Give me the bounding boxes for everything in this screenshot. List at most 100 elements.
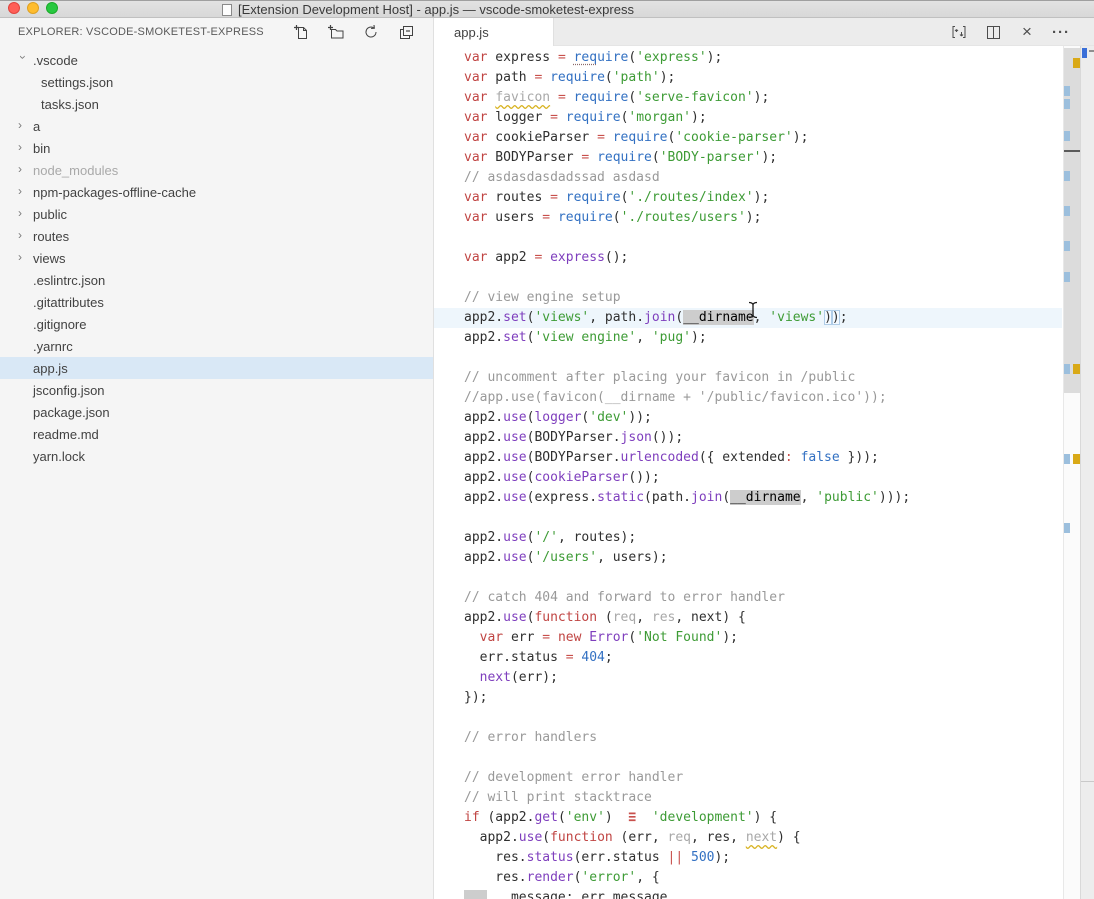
- tab-app-js[interactable]: app.js: [434, 18, 554, 46]
- code-line[interactable]: err.status = 404;: [464, 648, 910, 668]
- code-line[interactable]: app2.use(logger('dev'));: [464, 408, 910, 428]
- ruler-highlight-mark: [1064, 171, 1070, 181]
- zoom-window-button[interactable]: [46, 2, 58, 14]
- chevron-right-icon: ›: [18, 184, 28, 198]
- code-line[interactable]: var path = require('path');: [464, 68, 910, 88]
- tree-item-label: routes: [0, 229, 69, 244]
- code-line[interactable]: message: err.message: [464, 888, 910, 899]
- tree-item-app.js[interactable]: app.js: [0, 357, 433, 379]
- code-line[interactable]: [464, 348, 910, 368]
- tree-item-node_modules[interactable]: ›node_modules: [0, 159, 433, 181]
- tree-item-yarn.lock[interactable]: yarn.lock: [0, 445, 433, 467]
- tree-item-.gitignore[interactable]: .gitignore: [0, 313, 433, 335]
- refresh-icon[interactable]: [362, 23, 380, 41]
- minimap-divider: [1081, 781, 1094, 782]
- ruler-warning-mark: [1073, 454, 1080, 464]
- code-line[interactable]: app2.use(cookieParser());: [464, 468, 910, 488]
- code-line[interactable]: // view engine setup: [464, 288, 910, 308]
- code-line[interactable]: var express = require('express');: [464, 48, 910, 68]
- minimize-window-button[interactable]: [27, 2, 39, 14]
- code-line[interactable]: var users = require('./routes/users');: [464, 208, 910, 228]
- new-file-icon[interactable]: [292, 23, 310, 41]
- chevron-right-icon: ›: [18, 118, 28, 132]
- code-line[interactable]: [464, 568, 910, 588]
- code-line[interactable]: var err = new Error('Not Found');: [464, 628, 910, 648]
- code-line[interactable]: // asdasdasdadssad asdasd: [464, 168, 910, 188]
- ruler-highlight-mark: [1064, 364, 1070, 374]
- tree-item-.yarnrc[interactable]: .yarnrc: [0, 335, 433, 357]
- tree-item-settings.json[interactable]: settings.json: [0, 71, 433, 93]
- tree-item-views[interactable]: ›views: [0, 247, 433, 269]
- code-line[interactable]: [464, 268, 910, 288]
- ruler-highlight-mark: [1064, 454, 1070, 464]
- code-line[interactable]: var logger = require('morgan');: [464, 108, 910, 128]
- code-line[interactable]: var BODYParser = require('BODY-parser');: [464, 148, 910, 168]
- code-line[interactable]: // will print stacktrace: [464, 788, 910, 808]
- code-line[interactable]: var favicon = require('serve-favicon');: [464, 88, 910, 108]
- code-line[interactable]: app2.use('/users', users);: [464, 548, 910, 568]
- code-line[interactable]: [464, 748, 910, 768]
- tree-item-.vscode[interactable]: ›.vscode: [0, 49, 433, 71]
- code-line[interactable]: next(err);: [464, 668, 910, 688]
- code-line[interactable]: app2.use(function (err, req, res, next) …: [464, 828, 910, 848]
- collapse-all-icon[interactable]: [397, 23, 415, 41]
- code-line[interactable]: var cookieParser = require('cookie-parse…: [464, 128, 910, 148]
- vscode-window: [Extension Development Host] - app.js — …: [0, 0, 1094, 899]
- tree-item-.gitattributes[interactable]: .gitattributes: [0, 291, 433, 313]
- tree-item-label: yarn.lock: [0, 449, 85, 464]
- ruler-highlight-mark: [1064, 241, 1070, 251]
- tree-item-.eslintrc.json[interactable]: .eslintrc.json: [0, 269, 433, 291]
- tree-item-label: jsconfig.json: [0, 383, 105, 398]
- tree-item-routes[interactable]: ›routes: [0, 225, 433, 247]
- close-window-button[interactable]: [8, 2, 20, 14]
- tree-item-a[interactable]: ›a: [0, 115, 433, 137]
- code-editor[interactable]: var express = require('express');var pat…: [434, 46, 1094, 899]
- more-actions-icon[interactable]: ···: [1052, 23, 1070, 41]
- tree-item-label: views: [0, 251, 66, 266]
- code-line[interactable]: app2.set('view engine', 'pug');: [464, 328, 910, 348]
- close-icon[interactable]: ×: [1018, 23, 1036, 41]
- tree-item-bin[interactable]: ›bin: [0, 137, 433, 159]
- chevron-right-icon: ›: [18, 206, 28, 220]
- code-line[interactable]: // catch 404 and forward to error handle…: [464, 588, 910, 608]
- code-line[interactable]: res.render('error', {: [464, 868, 910, 888]
- ruler-warning-mark: [1073, 364, 1080, 374]
- editor-tab-bar: app.js × ···: [434, 18, 1094, 46]
- explorer-file-tree: ›.vscodesettings.jsontasks.json›a›bin›no…: [0, 46, 434, 899]
- code-line[interactable]: var app2 = express();: [464, 248, 910, 268]
- code-line[interactable]: if (app2.get('env') ≡ 'development') {: [464, 808, 910, 828]
- tree-item-label: npm-packages-offline-cache: [0, 185, 196, 200]
- tree-item-public[interactable]: ›public: [0, 203, 433, 225]
- overview-ruler-scrollbar[interactable]: [1063, 46, 1080, 899]
- code-line[interactable]: // development error handler: [464, 768, 910, 788]
- split-editor-icon[interactable]: [984, 23, 1002, 41]
- new-folder-icon[interactable]: [327, 23, 345, 41]
- code-line-current[interactable]: app2.set('views', path.join(__dirname, '…: [464, 308, 910, 328]
- code-line[interactable]: res.status(err.status || 500);: [464, 848, 910, 868]
- tree-item-readme.md[interactable]: readme.md: [0, 423, 433, 445]
- code-line[interactable]: app2.use(BODYParser.urlencoded({ extende…: [464, 448, 910, 468]
- code-line[interactable]: app2.use('/', routes);: [464, 528, 910, 548]
- tree-item-label: .gitignore: [0, 317, 86, 332]
- tree-item-tasks.json[interactable]: tasks.json: [0, 93, 433, 115]
- code-line[interactable]: });: [464, 688, 910, 708]
- code-line[interactable]: app2.use(express.static(path.join(__dirn…: [464, 488, 910, 508]
- code-line[interactable]: var routes = require('./routes/index');: [464, 188, 910, 208]
- tree-item-label: .gitattributes: [0, 295, 104, 310]
- code-line[interactable]: // error handlers: [464, 728, 910, 748]
- code-line[interactable]: [464, 708, 910, 728]
- mouse-cursor-ibeam: [747, 301, 759, 324]
- tree-item-npm-packages-offline-cache[interactable]: ›npm-packages-offline-cache: [0, 181, 433, 203]
- tree-item-jsconfig.json[interactable]: jsconfig.json: [0, 379, 433, 401]
- tree-item-package.json[interactable]: package.json: [0, 401, 433, 423]
- open-changes-icon[interactable]: [950, 23, 968, 41]
- code-line[interactable]: //app.use(favicon(__dirname + '/public/f…: [464, 388, 910, 408]
- document-icon: [222, 4, 232, 16]
- explorer-header: EXPLORER: VSCODE-SMOKETEST-EXPRESS: [0, 18, 434, 46]
- code-line[interactable]: app2.use(BODYParser.json());: [464, 428, 910, 448]
- code-line[interactable]: // uncomment after placing your favicon …: [464, 368, 910, 388]
- code-line[interactable]: app2.use(function (req, res, next) {: [464, 608, 910, 628]
- code-line[interactable]: [464, 508, 910, 528]
- minimap-mark: [1082, 48, 1087, 58]
- code-line[interactable]: [464, 228, 910, 248]
